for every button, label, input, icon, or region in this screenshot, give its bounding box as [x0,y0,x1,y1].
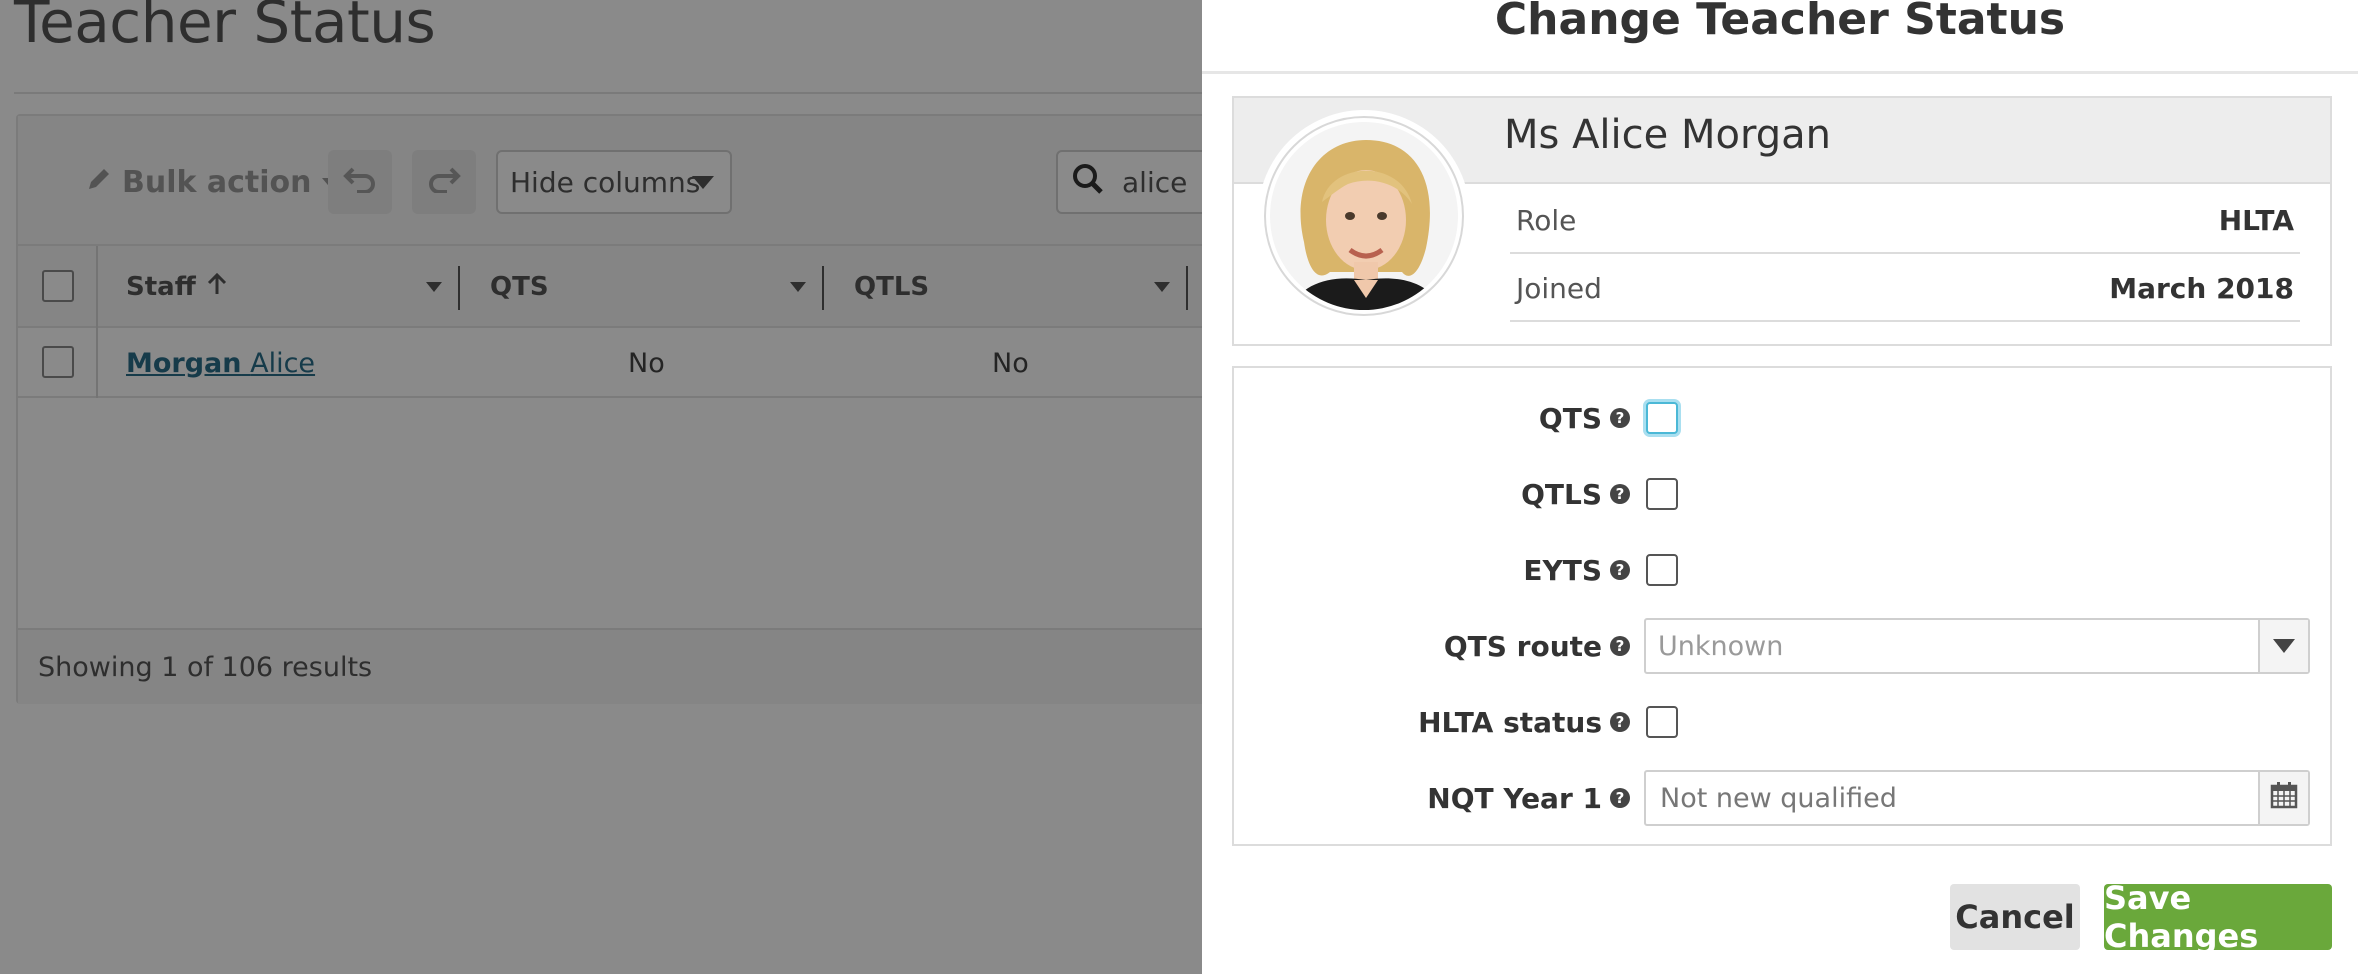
nqt-year-1-date-input[interactable]: Not new qualified [1644,770,2310,826]
profile-card: Ms Alice Morgan Role HLTA Joined March 2… [1232,96,2332,346]
qts-label: QTS ? [1539,388,1630,448]
eyts-checkbox[interactable] [1646,554,1678,586]
joined-value: March 2018 [2109,271,2294,305]
select-toggle-button[interactable] [2258,620,2308,672]
field-label-text: QTS [1538,401,1602,435]
field-label-text: HLTA status [1418,705,1602,739]
dialog-header: Change Teacher Status [1202,0,2358,74]
qtls-label: QTLS ? [1521,464,1630,524]
help-icon[interactable]: ? [1610,636,1630,656]
save-changes-button[interactable]: Save Changes [2104,879,2332,955]
help-icon[interactable]: ? [1610,560,1630,580]
teacher-status-form: QTS ? QTLS ? EYTS ? QTS route ? Unknown … [1232,366,2332,846]
role-label: Role [1516,203,1577,237]
qts-checkbox[interactable] [1646,402,1678,434]
help-icon[interactable]: ? [1610,484,1630,504]
cancel-button[interactable]: Cancel [1950,884,2080,950]
help-icon[interactable]: ? [1610,408,1630,428]
qtls-checkbox[interactable] [1646,478,1678,510]
hlta-status-checkbox[interactable] [1646,706,1678,738]
avatar-portrait [1270,122,1458,310]
hlta-status-label: HLTA status ? [1418,692,1630,752]
nqt-year-1-row: NQT Year 1 ? Not new qualified [1234,768,2330,828]
hlta-status-row: HLTA status ? [1234,692,2330,752]
profile-joined-row: Joined March 2018 [1510,256,2300,322]
avatar [1264,116,1464,316]
qts-route-label: QTS route ? [1444,616,1630,676]
joined-label: Joined [1516,271,1602,305]
qtls-row: QTLS ? [1234,464,2330,524]
help-icon[interactable]: ? [1610,788,1630,808]
field-label-text: QTS route [1443,629,1602,663]
qts-row: QTS ? [1234,388,2330,448]
qts-route-select[interactable]: Unknown [1644,618,2310,674]
field-label-text: QTLS [1521,477,1602,511]
nqt-year-1-label: NQT Year 1 ? [1427,768,1630,828]
eyts-row: EYTS ? [1234,540,2330,600]
qts-route-placeholder: Unknown [1658,630,1784,662]
profile-name: Ms Alice Morgan [1504,112,1831,158]
calendar-icon [2270,781,2298,816]
field-label-text: EYTS [1523,553,1602,587]
eyts-label: EYTS ? [1523,540,1630,600]
role-value: HLTA [2218,203,2294,237]
qts-route-row: QTS route ? Unknown [1234,616,2330,676]
change-teacher-status-dialog: Change Teacher Status Ms Alice Morgan Ro… [1202,0,2358,974]
help-icon[interactable]: ? [1610,712,1630,732]
dialog-title: Change Teacher Status [1494,0,2066,45]
profile-role-row: Role HLTA [1510,188,2300,254]
modal-backdrop[interactable] [0,0,1202,974]
date-picker-button[interactable] [2258,772,2308,824]
nqt-year-1-placeholder: Not new qualified [1660,782,1897,814]
field-label-text: NQT Year 1 [1427,781,1602,815]
chevron-down-icon [2273,639,2295,653]
